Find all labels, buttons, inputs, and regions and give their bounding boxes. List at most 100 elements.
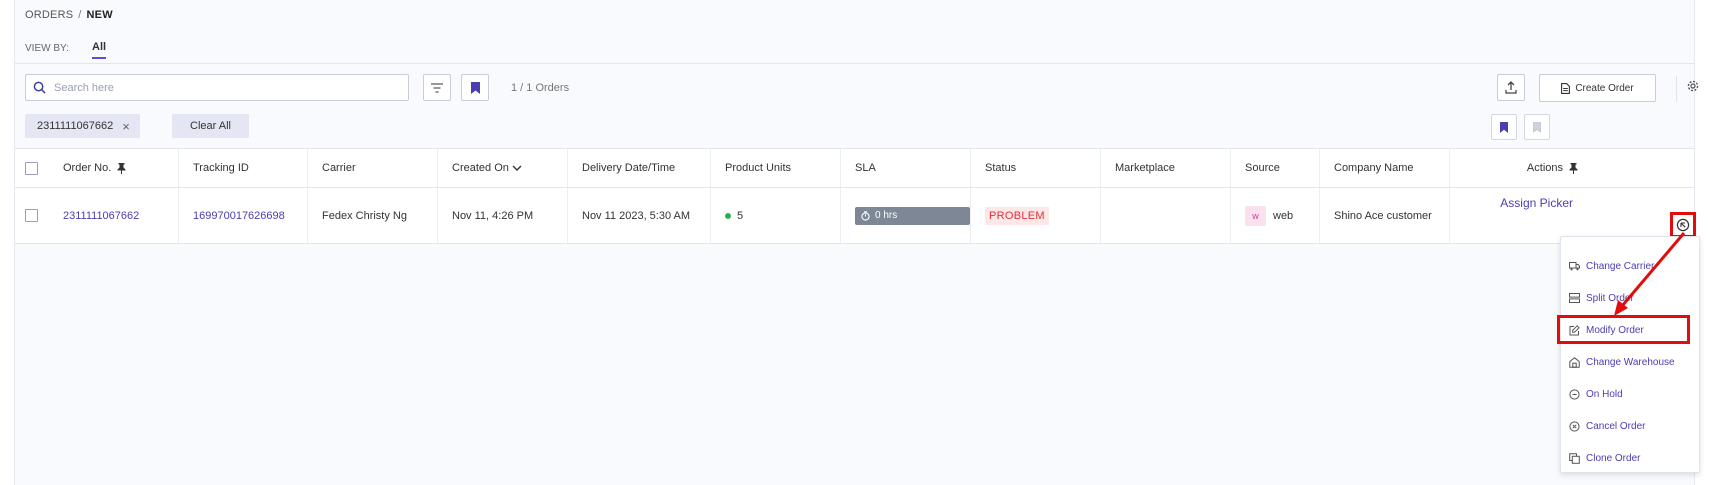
header-label: Status — [985, 162, 1017, 174]
edit-icon — [1568, 324, 1580, 336]
search-input[interactable] — [54, 81, 394, 94]
menu-item-clone-order[interactable]: Clone Order — [1568, 448, 1640, 468]
close-icon[interactable]: × — [122, 119, 130, 134]
menu-item-cancel-order[interactable]: Cancel Order — [1568, 416, 1645, 436]
menu-item-label: Clone Order — [1586, 452, 1641, 464]
menu-item-label: Change Warehouse — [1586, 356, 1675, 368]
header-label: Tracking ID — [193, 162, 249, 174]
divider — [1676, 76, 1677, 102]
orders-page: ORDERS / NEW VIEW BY: All 1 / 1 Orders Cre… — [14, 0, 1699, 485]
header-label: Actions — [1526, 162, 1563, 174]
header-label: Source — [1245, 162, 1280, 174]
header-label: Company Name — [1334, 162, 1414, 174]
units-value: 5 — [737, 209, 744, 222]
header-order-no[interactable]: Order No. — [49, 149, 178, 187]
menu-item-change-carrier[interactable]: Change Carrier — [1568, 256, 1654, 276]
select-all-checkbox-cell — [15, 149, 49, 187]
warehouse-icon — [1568, 356, 1580, 368]
pause-circle-icon — [1568, 388, 1580, 400]
source-value: web — [1273, 209, 1294, 222]
unpin-columns-button[interactable] — [1524, 114, 1550, 140]
gear-icon — [1687, 80, 1699, 92]
export-button[interactable] — [1497, 74, 1525, 101]
upload-icon — [1505, 81, 1517, 94]
cell-product-units: 5 — [710, 188, 840, 243]
row-checkbox-cell — [15, 188, 49, 243]
timer-icon — [861, 210, 870, 221]
clear-all-button[interactable]: Clear All — [172, 114, 249, 138]
status-dot — [725, 212, 731, 219]
menu-item-label: Cancel Order — [1586, 420, 1646, 432]
tracking-id-link[interactable]: 169970017626698 — [193, 210, 285, 222]
status-badge: PROBLEM — [985, 206, 1049, 225]
cell-delivery: Nov 11 2023, 5:30 AM — [567, 188, 710, 243]
cell-order-no: 2311111067662 — [49, 188, 178, 243]
header-sla[interactable]: SLA — [840, 149, 970, 187]
header-delivery[interactable]: Delivery Date/Time — [567, 149, 710, 187]
order-no-link[interactable]: 2311111067662 — [63, 210, 139, 222]
breadcrumb-separator: / — [78, 9, 82, 21]
header-actions[interactable]: Actions — [1449, 149, 1595, 187]
sla-value: 0 hrs — [875, 210, 898, 221]
more-actions-button[interactable] — [1670, 212, 1696, 238]
table-row: 2311111067662 169970017626698 Fedex Chri… — [15, 188, 1694, 244]
tab-all[interactable]: All — [92, 41, 107, 59]
header-carrier[interactable]: Carrier — [307, 149, 437, 187]
breadcrumb-current: NEW — [86, 9, 113, 21]
filter-chip: 2311111067662 × — [25, 114, 140, 138]
create-order-label: Create Order — [1575, 82, 1634, 94]
filter-chip-value: 2311111067662 — [37, 120, 114, 132]
header-label: Created On — [452, 162, 509, 174]
sla-badge: 0 hrs — [855, 206, 970, 225]
filter-button[interactable] — [423, 74, 451, 101]
header-source[interactable]: Source — [1230, 149, 1319, 187]
menu-item-modify-order[interactable]: Modify Order — [1568, 320, 1644, 340]
cell-company: Shino Ace customer — [1319, 188, 1449, 243]
menu-item-change-warehouse[interactable]: Change Warehouse — [1568, 352, 1675, 372]
chevron-down-icon[interactable] — [512, 165, 522, 171]
menu-item-split-order[interactable]: Split Order — [1568, 288, 1634, 308]
circle-arrow-icon — [1676, 218, 1690, 232]
search-box[interactable] — [25, 74, 409, 101]
orders-count: 1 / 1 Orders — [511, 82, 570, 94]
table-header: Order No. Tracking ID Carrier Created On… — [15, 148, 1694, 188]
pin-icon[interactable] — [1569, 162, 1578, 174]
pin-icon[interactable] — [117, 162, 126, 174]
assign-picker-link[interactable]: Assign Picker — [1500, 196, 1573, 210]
header-created-on[interactable]: Created On — [437, 149, 567, 187]
cell-carrier: Fedex Christy Ng — [307, 188, 437, 243]
header-label: Marketplace — [1115, 162, 1175, 174]
header-product-units[interactable]: Product Units — [710, 149, 840, 187]
truck-icon — [1568, 260, 1580, 272]
saved-filter-button[interactable] — [461, 74, 489, 101]
bookmark-icon — [470, 81, 480, 94]
header-label: Order No. — [63, 162, 112, 174]
create-order-button[interactable]: Create Order — [1539, 74, 1656, 102]
cell-status: PROBLEM — [970, 188, 1100, 243]
settings-button[interactable] — [1687, 79, 1699, 97]
split-icon — [1568, 292, 1580, 304]
cell-tracking-id: 169970017626698 — [178, 188, 307, 243]
menu-item-label: On Hold — [1586, 388, 1623, 400]
header-label: SLA — [855, 162, 876, 174]
header-label: Carrier — [322, 162, 356, 174]
header-company-name[interactable]: Company Name — [1319, 149, 1449, 187]
breadcrumb-parent[interactable]: ORDERS — [25, 9, 73, 21]
row-checkbox[interactable] — [25, 209, 38, 222]
filter-icon — [431, 82, 443, 93]
menu-item-on-hold[interactable]: On Hold — [1568, 384, 1623, 404]
header-label: Delivery Date/Time — [582, 162, 676, 174]
cell-marketplace — [1100, 188, 1230, 243]
menu-item-label: Change Carrier — [1586, 260, 1655, 272]
source-badge: w — [1245, 205, 1266, 226]
pin-columns-button[interactable] — [1491, 114, 1517, 140]
cell-actions: Assign Picker — [1449, 188, 1595, 243]
select-all-checkbox[interactable] — [25, 161, 38, 175]
header-marketplace[interactable]: Marketplace — [1100, 149, 1230, 187]
document-icon — [1561, 82, 1571, 94]
header-status[interactable]: Status — [970, 149, 1100, 187]
header-label: Product Units — [725, 162, 792, 174]
header-tracking-id[interactable]: Tracking ID — [178, 149, 307, 187]
menu-item-label: Split Order — [1586, 292, 1634, 304]
breadcrumb: ORDERS / NEW — [25, 9, 113, 21]
